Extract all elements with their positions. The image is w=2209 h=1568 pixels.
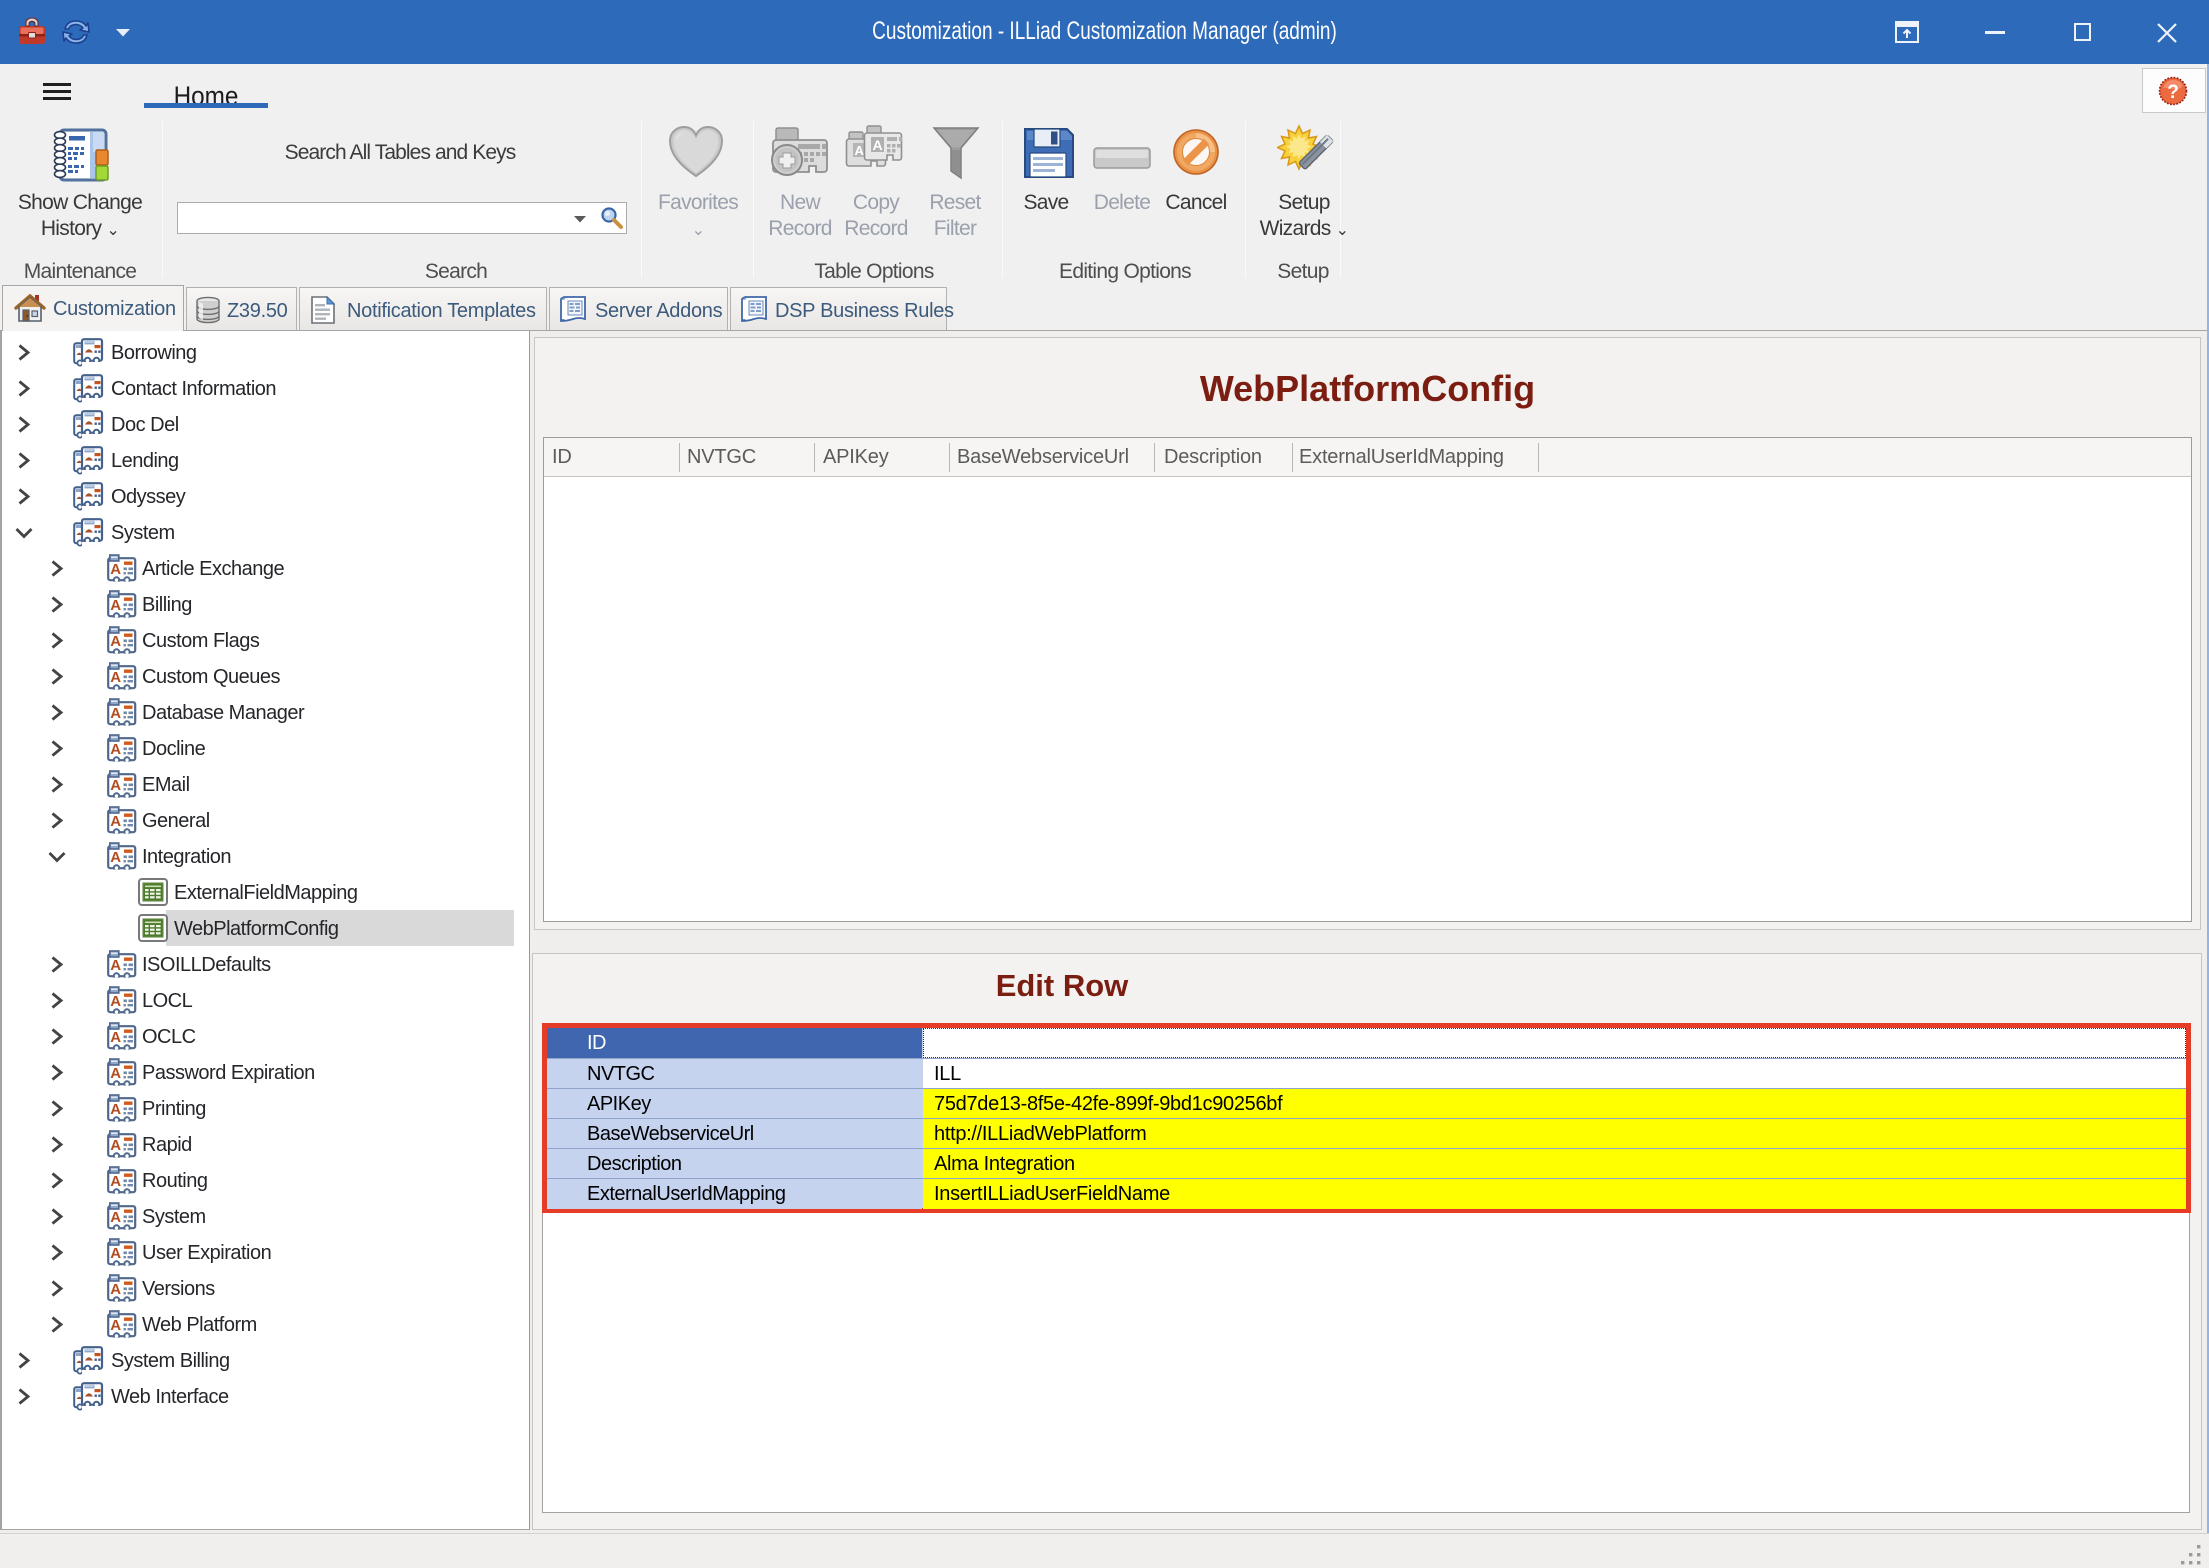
svg-text:A: A [110, 1209, 121, 1226]
svg-text:?: ? [2167, 82, 2179, 103]
svg-text:A: A [110, 1029, 121, 1046]
svg-text:A: A [110, 957, 121, 974]
svg-text:A: A [110, 705, 121, 722]
svg-text:A: A [110, 1065, 121, 1082]
svg-text:A: A [110, 1173, 121, 1190]
svg-text:A: A [110, 1101, 121, 1118]
svg-text:A: A [110, 669, 121, 686]
svg-text:A: A [110, 561, 121, 578]
svg-text:A: A [110, 1137, 121, 1154]
svg-text:A: A [110, 777, 121, 794]
svg-text:A: A [110, 1317, 121, 1334]
svg-text:A: A [110, 741, 121, 758]
svg-text:A: A [855, 143, 865, 158]
svg-text:A: A [110, 1281, 121, 1298]
svg-text:A: A [110, 993, 121, 1010]
svg-text:A: A [110, 849, 121, 866]
svg-text:A: A [110, 597, 121, 614]
svg-text:A: A [110, 1245, 121, 1262]
svg-text:A: A [873, 137, 883, 153]
svg-text:A: A [110, 813, 121, 830]
svg-text:A: A [110, 633, 121, 650]
